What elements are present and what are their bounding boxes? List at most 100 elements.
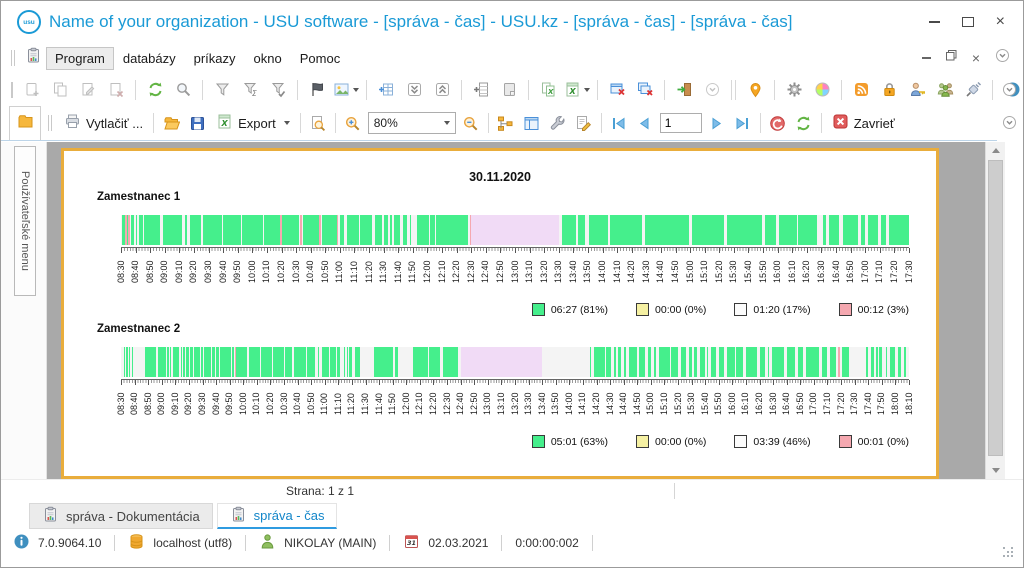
- image-button[interactable]: [332, 78, 360, 102]
- user-key-button[interactable]: [904, 78, 930, 102]
- toolbar-overflow-button[interactable]: [1001, 81, 1018, 103]
- printer-icon: [64, 113, 81, 133]
- toolbar-grip[interactable]: [11, 50, 15, 66]
- excel-copy-button[interactable]: X: [535, 78, 561, 102]
- minimize-button[interactable]: [928, 21, 940, 23]
- current-user-label[interactable]: NIKOLAY (MAIN): [284, 536, 376, 550]
- open-button[interactable]: [158, 111, 184, 135]
- mdi-restore-button[interactable]: [945, 49, 958, 67]
- scroll-down-button[interactable]: [986, 462, 1005, 479]
- close-report-button[interactable]: Zavrieť: [826, 111, 901, 135]
- tick-label: 17:30: [849, 392, 860, 415]
- mdi-close-button[interactable]: ×: [972, 51, 980, 65]
- toolbar-separator: [841, 79, 842, 100]
- color-wheel-button[interactable]: [809, 78, 835, 102]
- column-add-button[interactable]: [468, 78, 494, 102]
- filter-check-button[interactable]: [265, 78, 291, 102]
- tab-spr-va-as[interactable]: správa - čas: [216, 503, 338, 529]
- refresh-button[interactable]: [142, 78, 168, 102]
- legend-swatch: [636, 303, 650, 316]
- title-bar: usu Name of your organization - USU soft…: [1, 1, 1023, 43]
- user-menu-vertical-tab[interactable]: Používateľské menu: [14, 146, 36, 296]
- structure-button[interactable]: [493, 111, 519, 135]
- tick-label: 12:00: [421, 260, 432, 283]
- report-viewer-area: Používateľské menu 30.11.2020 Zamestnane…: [1, 142, 1023, 479]
- chevron-down-icon: [991, 468, 1000, 473]
- lock-button[interactable]: [876, 78, 902, 102]
- rss-button[interactable]: [848, 78, 874, 102]
- excel-export-button[interactable]: X: [563, 78, 591, 102]
- tick-label: 17:30: [903, 260, 914, 283]
- chevrons-down-button[interactable]: [401, 78, 427, 102]
- toolbar-grip[interactable]: [48, 115, 52, 131]
- filter-sigma-button[interactable]: Σ: [237, 78, 263, 102]
- window-close-button[interactable]: [604, 78, 630, 102]
- gear-button[interactable]: [781, 78, 807, 102]
- export-button[interactable]: X Export: [210, 111, 296, 135]
- report-edit-icon: [575, 115, 592, 132]
- tick-label: 15:20: [672, 392, 683, 415]
- filter-sigma-icon: Σ: [242, 81, 259, 98]
- last-page-button[interactable]: [730, 111, 756, 135]
- database-label[interactable]: localhost (utf8): [153, 536, 232, 550]
- vertical-scrollbar[interactable]: [985, 142, 1005, 479]
- first-page-button[interactable]: [606, 111, 632, 135]
- doc-copy-button[interactable]: [47, 78, 73, 102]
- zoom-out-button[interactable]: [458, 111, 484, 135]
- flag-button[interactable]: [304, 78, 330, 102]
- page-number-input[interactable]: [659, 113, 702, 133]
- refresh-report-button[interactable]: [791, 111, 817, 135]
- doc-delete-button[interactable]: [103, 78, 129, 102]
- status-date-label[interactable]: 02.03.2021: [428, 536, 488, 550]
- windows-close-all-button[interactable]: [632, 78, 658, 102]
- plug-button[interactable]: [960, 78, 986, 102]
- excel-export-icon: X: [216, 113, 233, 133]
- edit-report-button[interactable]: [571, 111, 597, 135]
- filter-button[interactable]: [209, 78, 235, 102]
- close-button[interactable]: ×: [996, 14, 1005, 30]
- tick-label: 11:40: [373, 393, 384, 415]
- user-menu-folder-tab[interactable]: [9, 106, 41, 140]
- menu-item-databzy[interactable]: databázy: [114, 47, 185, 70]
- scrollbar-thumb[interactable]: [988, 160, 1003, 456]
- menu-item-pomoc[interactable]: Pomoc: [291, 47, 349, 70]
- preview-button[interactable]: [305, 111, 331, 135]
- prev-page-button[interactable]: [632, 111, 658, 135]
- tab-spr-va-dokument-cia[interactable]: správa - Dokumentácia: [29, 503, 213, 529]
- zoom-in-button[interactable]: [340, 111, 366, 135]
- exit-door-button[interactable]: [671, 78, 697, 102]
- doc-add-button[interactable]: [19, 78, 45, 102]
- chevron-down-icon: [283, 121, 290, 125]
- resize-grip[interactable]: [1003, 547, 1015, 559]
- employee-name: Zamestnanec 1: [97, 191, 181, 203]
- map-pin-button[interactable]: [742, 78, 768, 102]
- zoom-select[interactable]: 80%: [367, 112, 456, 134]
- tick-label: 11:00: [334, 261, 345, 283]
- menu-item-okno[interactable]: okno: [245, 47, 291, 70]
- save-button[interactable]: [184, 111, 210, 135]
- tick-label: 12:10: [414, 392, 425, 415]
- panels-button[interactable]: [519, 111, 545, 135]
- tick-label: 15:30: [686, 392, 697, 415]
- scroll-up-button[interactable]: [986, 142, 1005, 159]
- menu-item-prkazy[interactable]: príkazy: [185, 47, 245, 70]
- search-button[interactable]: [170, 78, 196, 102]
- mdi-overflow-button[interactable]: [994, 47, 1011, 69]
- table-add-button[interactable]: [373, 78, 399, 102]
- toolbar-grip[interactable]: [11, 81, 13, 98]
- settings-button[interactable]: [545, 111, 571, 135]
- next-page-button[interactable]: [704, 111, 730, 135]
- maximize-button[interactable]: [961, 17, 974, 27]
- doc-edit-button[interactable]: [75, 78, 101, 102]
- circle-chevron-dim-button[interactable]: [699, 78, 725, 102]
- note-button[interactable]: [496, 78, 522, 102]
- users-group-button[interactable]: [932, 78, 958, 102]
- toolbar-separator: [664, 79, 665, 100]
- print-button[interactable]: Vytlačiť ...: [58, 111, 149, 135]
- chevrons-up-button[interactable]: [429, 78, 455, 102]
- stop-button[interactable]: [765, 111, 791, 135]
- toolbar-separator: [202, 79, 203, 100]
- mdi-minimize-button[interactable]: [921, 57, 931, 59]
- menu-item-program[interactable]: Program: [46, 46, 114, 70]
- toolbar-overflow-button[interactable]: [1001, 114, 1018, 136]
